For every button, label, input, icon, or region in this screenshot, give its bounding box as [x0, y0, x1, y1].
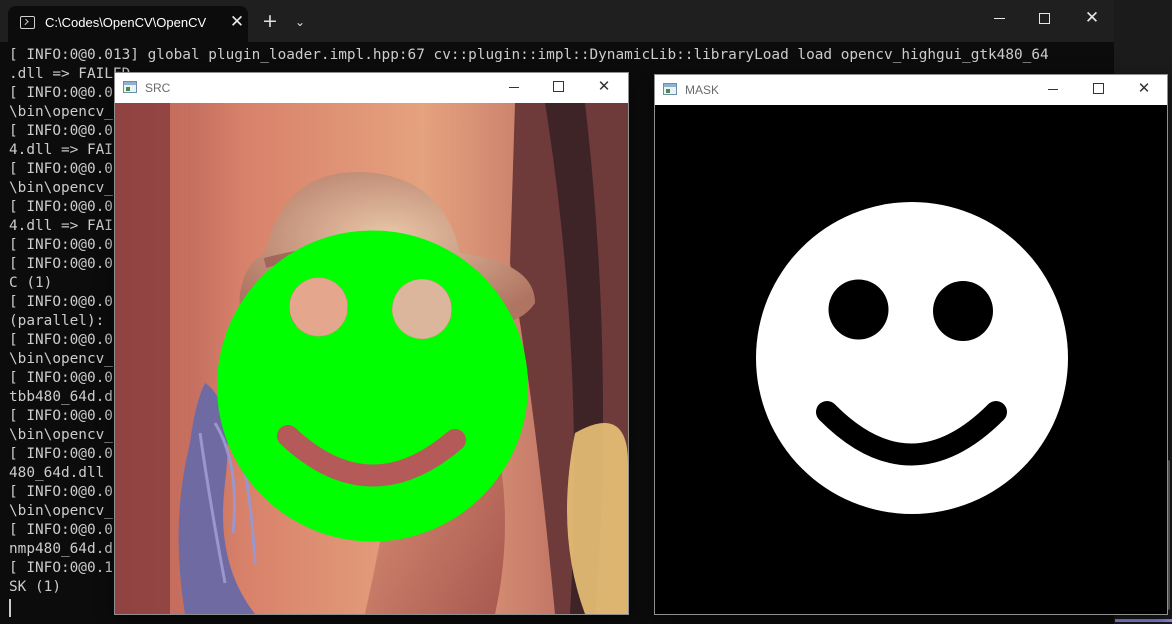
terminal-line: \bin\opencv_ [9, 180, 113, 196]
mask-titlebar[interactable]: MASK ✕ [655, 75, 1167, 105]
mask-window-title: MASK [685, 83, 720, 97]
maximize-icon[interactable] [1093, 83, 1104, 94]
src-titlebar[interactable]: SRC ✕ [115, 73, 628, 103]
text-cursor [9, 599, 11, 617]
minimize-icon[interactable] [1048, 89, 1058, 90]
close-icon[interactable]: ✕ [1136, 80, 1152, 96]
taskbar-accent [1115, 619, 1172, 622]
terminal-line: \bin\opencv_ [9, 351, 113, 367]
terminal-line: [ INFO:0@0.013] global plugin_loader.imp… [9, 47, 1049, 63]
terminal-line: 480_64d.dll [9, 465, 105, 481]
terminal-line: \bin\opencv_ [9, 104, 113, 120]
mask-image [655, 105, 1167, 614]
terminal-line: tbb480_64d.d [9, 389, 113, 405]
close-icon[interactable]: ✕ [596, 78, 612, 94]
terminal-icon [20, 16, 35, 29]
terminal-line: \bin\opencv_ [9, 503, 113, 519]
terminal-line: C (1) [9, 275, 53, 291]
app-icon [123, 81, 137, 93]
chevron-down-icon[interactable]: ⌄ [290, 11, 310, 33]
minimize-icon[interactable] [994, 18, 1005, 19]
src-window[interactable]: SRC ✕ [114, 72, 629, 615]
terminal-line: SK (1) [9, 579, 61, 595]
terminal-line: 4.dll => FAI [9, 142, 113, 158]
door-frame [115, 103, 170, 614]
src-window-title: SRC [145, 81, 171, 95]
src-image [115, 103, 628, 614]
minimize-icon[interactable] [509, 87, 519, 88]
app-icon [663, 83, 677, 95]
mask-left-eye [828, 279, 889, 340]
mask-right-eye [933, 281, 993, 341]
close-icon[interactable]: ✕ [1082, 6, 1102, 30]
tab-title: C:\Codes\OpenCV\OpenCV [45, 15, 207, 30]
terminal-tab[interactable]: C:\Codes\OpenCV\OpenCV ✕ [8, 6, 248, 42]
mask-window[interactable]: MASK ✕ [654, 74, 1168, 615]
terminal-line: nmp480_64d.d [9, 541, 113, 557]
terminal-line: 4.dll => FAI [9, 218, 113, 234]
terminal-titlebar: C:\Codes\OpenCV\OpenCV ✕ + ⌄ ✕ [0, 0, 1114, 42]
terminal-line: \bin\opencv_ [9, 427, 113, 443]
new-tab-button[interactable]: + [259, 10, 281, 32]
mask-face [756, 202, 1068, 514]
maximize-icon[interactable] [553, 81, 564, 92]
left-eye-hole [289, 278, 348, 336]
tab-close-icon[interactable]: ✕ [225, 10, 249, 34]
right-eye-hole [392, 279, 452, 339]
maximize-icon[interactable] [1039, 13, 1050, 24]
smiley-face [216, 230, 528, 542]
terminal-line: .dll => FAILED [9, 66, 131, 82]
feather-right [567, 423, 628, 614]
